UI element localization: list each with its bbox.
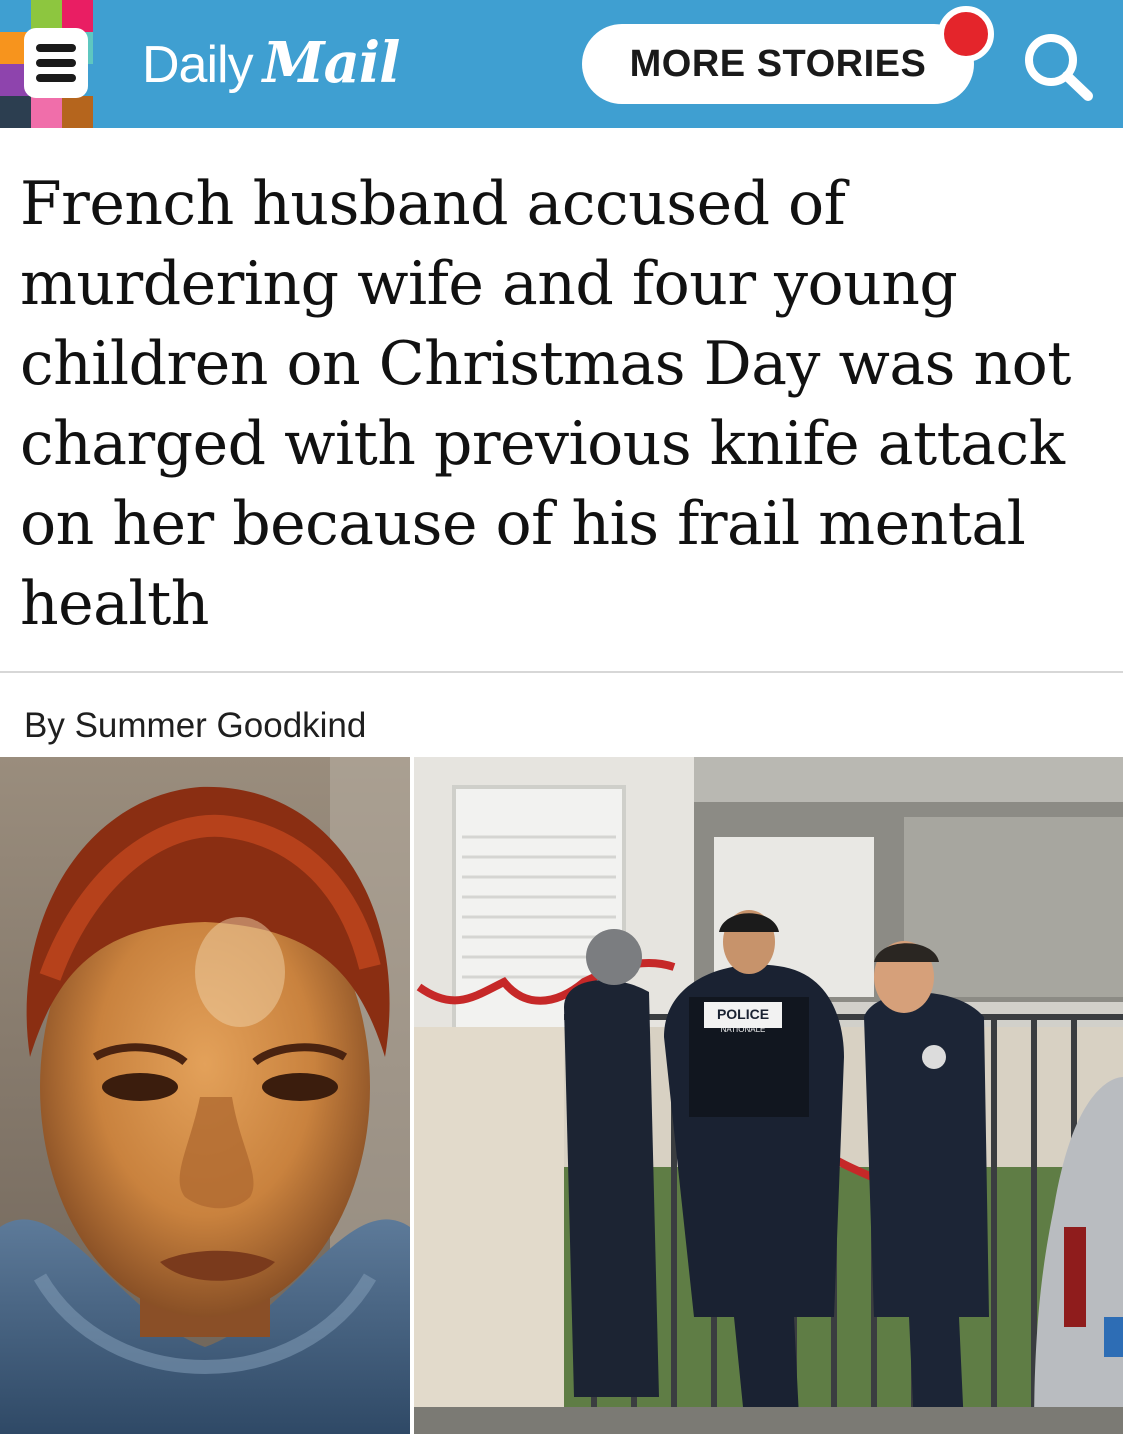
mosaic-tile [0,0,31,32]
suspect-portrait-photo [0,757,410,1434]
top-navigation-bar: Daily Mail MORE STORIES [0,0,1123,128]
mosaic-tile [93,32,124,64]
mosaic-tile [93,0,124,32]
article-byline: By Summer Goodkind [24,706,367,745]
search-icon[interactable] [1020,30,1096,102]
logo-daily-text: Daily [142,36,254,94]
menu-icon[interactable] [24,28,88,98]
police-scene-photo: POLICE NATIONALE [414,757,1123,1434]
headline-divider [0,671,1123,673]
police-vest-label: POLICE [717,1006,769,1022]
more-stories-button[interactable]: MORE STORIES [582,24,974,104]
mosaic-tile [93,96,124,128]
notification-dot [938,6,994,62]
mosaic-tile [31,96,62,128]
logo-mail-text: Mail [262,30,401,96]
mosaic-tile [93,64,124,96]
site-logo[interactable]: Daily Mail [142,30,401,96]
police-vest-sublabel: NATIONALE [721,1025,766,1034]
article-headline: French husband accused of murdering wife… [20,169,1071,639]
mosaic-tile [0,96,31,128]
mosaic-tile [62,96,93,128]
